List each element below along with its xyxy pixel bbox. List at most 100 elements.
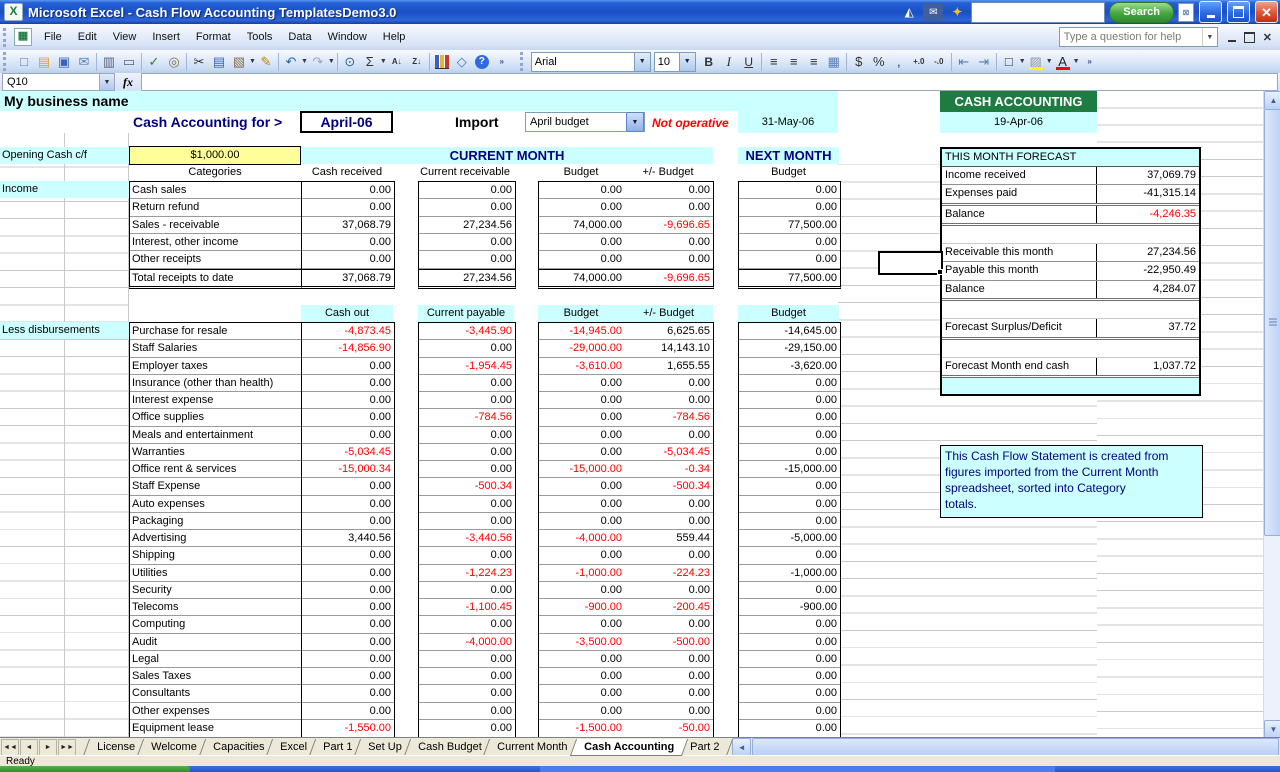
chevron-down-icon[interactable]: ▼ (626, 112, 644, 132)
font-size-combo[interactable]: 10 ▼ (654, 52, 696, 72)
value-cell[interactable]: 0.00 (539, 251, 625, 268)
value-cell[interactable]: 0.00 (539, 182, 625, 199)
value-cell[interactable]: 0.00 (302, 599, 394, 616)
value-cell[interactable]: 0.00 (302, 565, 394, 582)
value-cell[interactable]: -784.56 (419, 409, 515, 426)
value-cell[interactable]: -15,000.00 (539, 461, 625, 478)
value-cell[interactable]: 0.00 (539, 375, 625, 392)
value-cell[interactable]: 0.00 (623, 496, 713, 513)
value-cell[interactable]: -200.45 (623, 599, 713, 616)
menu-format[interactable]: Format (188, 26, 239, 48)
font-color-icon[interactable]: A (1053, 52, 1073, 72)
value-cell[interactable]: 0.00 (623, 392, 713, 409)
value-cell[interactable]: -15,000.00 (739, 461, 840, 478)
fill-handle[interactable] (937, 269, 943, 275)
forecast-value[interactable]: 1,037.72 (1096, 358, 1199, 375)
category-cell[interactable]: Return refund (130, 199, 302, 216)
value-cell[interactable]: 0.00 (623, 616, 713, 633)
value-cell[interactable]: 0.00 (302, 582, 394, 599)
increase-indent-icon[interactable]: ⇥ (974, 52, 994, 72)
income-section-label[interactable]: Income (0, 181, 129, 198)
forecast-value[interactable]: -4,246.35 (1096, 206, 1199, 223)
forecast-value[interactable] (1097, 226, 1199, 243)
forecast-label[interactable]: Balance (942, 281, 1096, 298)
value-cell[interactable]: 0.00 (539, 668, 625, 685)
forecast-label[interactable] (942, 226, 1097, 243)
value-cell[interactable]: 0.00 (739, 582, 840, 599)
disb-next-budget-header[interactable]: Budget (738, 305, 839, 322)
value-cell[interactable]: 0.00 (739, 392, 840, 409)
category-cell[interactable]: Other expenses (130, 703, 302, 720)
value-cell[interactable]: 14,143.10 (623, 340, 713, 357)
vertical-scrollbar[interactable]: ▲ ▼ (1263, 91, 1280, 737)
category-cell[interactable]: Computing (130, 616, 302, 633)
value-cell[interactable]: 27,234.56 (419, 217, 515, 234)
category-cell[interactable]: Insurance (other than health) (130, 375, 302, 392)
forecast-value[interactable] (1097, 340, 1199, 357)
category-cell[interactable]: Interest expense (130, 392, 302, 409)
value-cell[interactable]: 0.00 (739, 251, 840, 268)
chevron-down-icon[interactable]: ▼ (1046, 58, 1053, 65)
value-cell[interactable]: 0.00 (419, 234, 515, 251)
next-sheet-icon[interactable]: ► (39, 739, 57, 756)
value-cell[interactable]: 0.00 (623, 199, 713, 216)
value-cell[interactable]: 0.00 (739, 616, 840, 633)
value-cell[interactable]: 6,625.65 (623, 323, 713, 340)
value-cell[interactable]: 0.00 (302, 409, 394, 426)
forecast-value[interactable]: 37,069.79 (1096, 167, 1199, 184)
value-cell[interactable]: 0.00 (302, 199, 394, 216)
currency-icon[interactable]: $ (849, 52, 869, 72)
chevron-down-icon[interactable]: ▼ (380, 58, 387, 65)
help-icon[interactable]: ? (472, 52, 492, 72)
value-cell[interactable]: 0.00 (302, 478, 394, 495)
workbook-close-icon[interactable]: ✕ (1263, 31, 1272, 44)
close-button[interactable]: ✕ (1255, 1, 1278, 23)
value-cell[interactable]: 0.00 (539, 199, 625, 216)
value-cell[interactable]: 0.00 (419, 199, 515, 216)
category-cell[interactable]: Staff Expense (130, 478, 302, 495)
category-cell[interactable]: Sales - receivable (130, 217, 302, 234)
value-cell[interactable]: 0.00 (302, 668, 394, 685)
value-cell[interactable]: 0.00 (539, 444, 625, 461)
value-cell[interactable]: 37,068.79 (302, 217, 394, 234)
toolbar-options-icon[interactable]: » (492, 52, 512, 72)
vs-budget-header[interactable]: +/- Budget (623, 166, 713, 178)
value-cell[interactable]: 0.00 (302, 616, 394, 633)
value-cell[interactable]: 0.00 (739, 651, 840, 668)
value-cell[interactable]: -5,034.45 (302, 444, 394, 461)
chevron-down-icon[interactable]: ▼ (249, 58, 256, 65)
print-icon[interactable]: ▥ (99, 52, 119, 72)
scroll-up-icon[interactable]: ▲ (1264, 91, 1280, 110)
value-cell[interactable]: 0.00 (623, 651, 713, 668)
menu-insert[interactable]: Insert (144, 26, 188, 48)
category-cell[interactable]: Employer taxes (130, 358, 302, 375)
value-cell[interactable]: 0.00 (739, 182, 840, 199)
toolbar-options-icon[interactable]: » (1080, 52, 1100, 72)
redo-icon[interactable]: ↷ (308, 52, 328, 72)
scroll-down-icon[interactable]: ▼ (1264, 720, 1280, 737)
print-preview-icon[interactable]: ▭ (119, 52, 139, 72)
forecast-value[interactable]: -41,315.14 (1096, 185, 1199, 202)
menu-window[interactable]: Window (320, 26, 375, 48)
help-question-input[interactable]: Type a question for help ▼ (1059, 27, 1218, 47)
value-cell[interactable]: 0.00 (739, 547, 840, 564)
menu-view[interactable]: View (105, 26, 145, 48)
value-cell[interactable]: -14,856.90 (302, 340, 394, 357)
decrease-indent-icon[interactable]: ⇤ (954, 52, 974, 72)
forecast-label[interactable]: Income received (942, 167, 1096, 184)
search-input[interactable] (971, 2, 1105, 23)
standard-toolbar-grip[interactable] (3, 52, 10, 71)
value-cell[interactable]: 0.00 (419, 685, 515, 702)
forecast-label[interactable]: Balance (942, 206, 1096, 223)
forecast-label[interactable]: Payable this month (942, 262, 1096, 279)
value-cell[interactable]: 0.00 (539, 392, 625, 409)
chevron-down-icon[interactable]: ▼ (1073, 58, 1080, 65)
value-cell[interactable]: 0.00 (623, 582, 713, 599)
category-cell[interactable]: Office supplies (130, 409, 302, 426)
forecast-label[interactable]: Expenses paid (942, 185, 1096, 202)
value-cell[interactable]: 0.00 (623, 703, 713, 720)
value-cell[interactable]: -9,696.65 (623, 269, 713, 286)
last-sheet-icon[interactable]: ►► (58, 739, 76, 756)
formula-input[interactable] (141, 73, 1278, 91)
align-right-icon[interactable]: ≡ (804, 52, 824, 72)
